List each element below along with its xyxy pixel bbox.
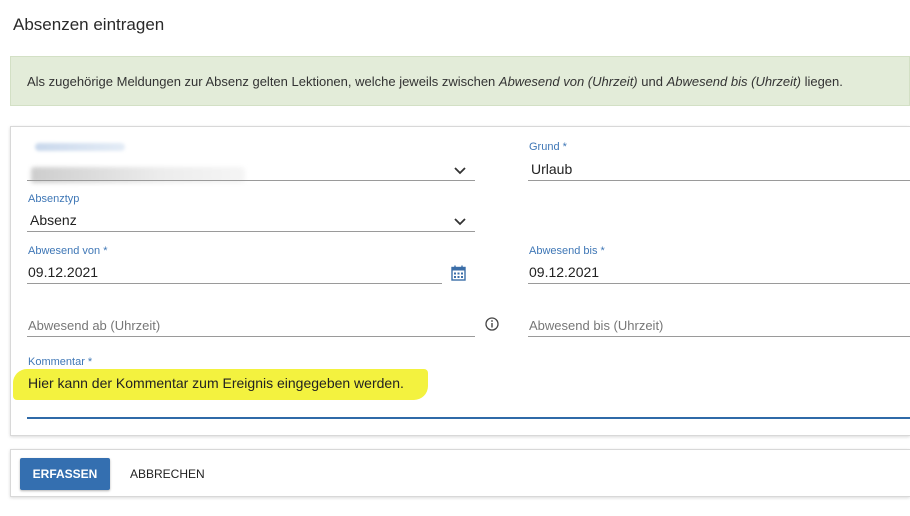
info-banner: Als zugehörige Meldungen zur Absenz gelt…	[10, 56, 910, 106]
cancel-button[interactable]: ABBRECHEN	[124, 458, 211, 490]
comment-label: Kommentar *	[28, 356, 93, 368]
action-bar: ERFASSEN ABBRECHEN	[10, 449, 910, 497]
comment-underline	[27, 417, 910, 419]
banner-text: Als zugehörige Meldungen zur Absenz gelt…	[27, 73, 843, 89]
comment-value: Hier kann der Kommentar zum Ereignis ein…	[28, 375, 404, 391]
absence-form: Grund * Urlaub Absenztyp Absenz Abwesend…	[10, 126, 910, 436]
submit-button[interactable]: ERFASSEN	[20, 458, 110, 490]
comment-field[interactable]: Kommentar * Hier kann der Kommentar zum …	[11, 127, 910, 427]
page-title: Absenzen eintragen	[13, 15, 165, 34]
